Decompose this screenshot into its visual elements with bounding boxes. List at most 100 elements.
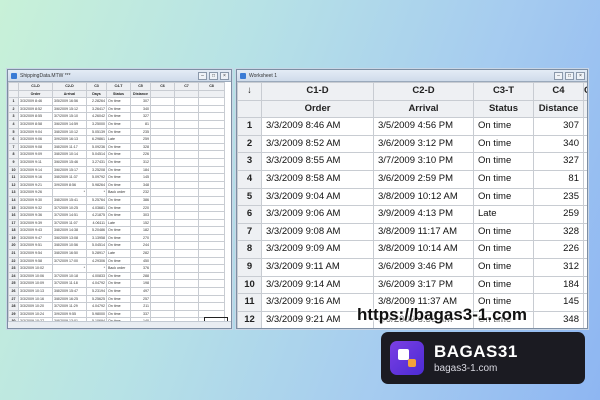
maximize-icon[interactable]: □ bbox=[565, 72, 574, 80]
table-cell[interactable] bbox=[150, 218, 175, 228]
table-cell[interactable]: 288 bbox=[130, 271, 151, 281]
table-cell[interactable]: 4.04792 bbox=[86, 279, 107, 289]
table-cell[interactable] bbox=[583, 169, 587, 189]
table-cell[interactable] bbox=[583, 152, 587, 171]
table-cell[interactable]: 3/7/2009 11:18 bbox=[52, 279, 87, 289]
table-cell[interactable]: On time bbox=[473, 169, 534, 189]
table-cell[interactable] bbox=[174, 279, 199, 289]
table-cell[interactable]: 3/6/2009 14:59 bbox=[52, 119, 87, 129]
table-cell[interactable] bbox=[174, 249, 199, 258]
table-cell[interactable]: 145 bbox=[533, 293, 584, 312]
table-cell[interactable] bbox=[198, 104, 225, 114]
table-row[interactable]: 17 3/3/2009 9:39 3/7/2009 11:07 4.06111 Late… bbox=[8, 218, 225, 228]
row-number[interactable]: 9 bbox=[237, 257, 262, 277]
table-cell[interactable]: 3/7/2009 11:29 bbox=[52, 302, 87, 311]
table-cell[interactable] bbox=[198, 279, 225, 289]
table-cell[interactable]: On time bbox=[473, 134, 534, 154]
table-cell[interactable] bbox=[198, 127, 225, 137]
row-number[interactable]: 12 bbox=[8, 180, 19, 190]
table-cell[interactable] bbox=[174, 294, 199, 304]
table-cell[interactable]: 3/3/2009 9:08 AM bbox=[261, 222, 374, 242]
table-cell[interactable] bbox=[174, 264, 199, 273]
row-number[interactable]: 3 bbox=[237, 152, 262, 171]
table-cell[interactable]: Back order bbox=[106, 188, 131, 197]
row-number[interactable]: 11 bbox=[237, 293, 262, 312]
table-cell[interactable] bbox=[150, 195, 175, 205]
table-cell[interactable]: On time bbox=[106, 180, 131, 190]
table-cell[interactable] bbox=[198, 195, 225, 205]
table-cell[interactable] bbox=[174, 226, 199, 235]
row-number[interactable]: 4 bbox=[237, 169, 262, 189]
table-cell[interactable]: On time bbox=[106, 302, 131, 311]
table-cell[interactable]: 3/7/2009 11:07 bbox=[52, 218, 87, 228]
table-row[interactable]: 1 3/3/2009 8:46 3/5/2009 16:56 2.28264 On ti… bbox=[8, 97, 225, 106]
column-name-header[interactable]: Distance bbox=[130, 89, 151, 99]
table-cell[interactable] bbox=[174, 135, 199, 144]
table-row[interactable]: 19 3/3/2009 9:47 3/6/2009 13:08 3.13958 On t… bbox=[8, 233, 225, 243]
table-cell[interactable]: 3/3/2009 9:06 AM bbox=[261, 205, 374, 224]
table-cell[interactable]: 235 bbox=[130, 127, 151, 137]
table-cell[interactable]: 5.98264 bbox=[86, 180, 107, 190]
column-id-header[interactable]: C1-D bbox=[261, 82, 374, 101]
table-row[interactable]: 24 3/3/2009 10:06 3/7/2009 10:18 4.00833 On … bbox=[8, 271, 225, 281]
table-row[interactable]: 28 3/3/2009 10:20 3/7/2009 11:29 4.04792 On … bbox=[8, 302, 225, 311]
table-cell[interactable]: Late bbox=[106, 249, 131, 258]
table-cell[interactable]: 3/3/2009 9:09 bbox=[18, 150, 53, 159]
column-name-header[interactable] bbox=[583, 99, 587, 119]
table-row[interactable]: 8 3/3/2009 9:09 3/8/2009 10:14 5.04514 On ti… bbox=[8, 150, 225, 159]
table-cell[interactable] bbox=[198, 119, 225, 129]
table-cell[interactable]: 211 bbox=[130, 302, 151, 311]
row-number[interactable]: 1 bbox=[8, 97, 19, 106]
table-cell[interactable]: 307 bbox=[533, 117, 584, 136]
column-name-header[interactable]: Order bbox=[261, 99, 374, 119]
column-name-header[interactable] bbox=[150, 89, 175, 99]
row-number[interactable]: 9 bbox=[8, 157, 19, 167]
table-cell[interactable]: 3/8/2009 10:56 bbox=[52, 241, 87, 251]
table-cell[interactable] bbox=[174, 119, 199, 129]
table-cell[interactable]: 340 bbox=[533, 134, 584, 154]
table-cell[interactable]: On time bbox=[473, 275, 534, 295]
table-cell[interactable]: 3/7/2009 14:51 bbox=[52, 211, 87, 220]
table-cell[interactable]: * bbox=[86, 188, 107, 197]
table-cell[interactable]: 3/6/2009 3:46 PM bbox=[373, 257, 474, 277]
table-cell[interactable] bbox=[150, 309, 175, 319]
table-row[interactable]: 10 3/3/2009 9:14 3/6/2009 15:17 3.25208 On t… bbox=[8, 165, 225, 175]
table-cell[interactable]: 3/3/2009 9:08 bbox=[18, 142, 53, 152]
table-cell[interactable]: 4.04792 bbox=[86, 302, 107, 311]
table-cell[interactable]: 3/7/2009 3:10 PM bbox=[373, 152, 474, 171]
table-row[interactable]: 9 3/3/2009 9:11 3/6/2009 15:46 3.27431 On ti… bbox=[8, 157, 225, 167]
table-cell[interactable]: 3/3/2009 9:11 bbox=[18, 157, 53, 167]
table-cell[interactable] bbox=[198, 112, 225, 121]
table-cell[interactable]: On time bbox=[473, 187, 534, 207]
table-cell[interactable]: 3/5/2009 16:56 bbox=[52, 97, 87, 106]
table-cell[interactable]: On time bbox=[106, 271, 131, 281]
table-cell[interactable]: On time bbox=[473, 117, 534, 136]
table-row[interactable]: 15 3/3/2009 9:32 3/7/2009 10:25 4.03681 On t… bbox=[8, 203, 225, 213]
row-number[interactable]: 29 bbox=[8, 309, 19, 319]
table-cell[interactable]: 5.09792 bbox=[86, 173, 107, 182]
table-cell[interactable] bbox=[150, 302, 175, 311]
table-cell[interactable]: 4.03681 bbox=[86, 203, 107, 213]
table-cell[interactable]: 145 bbox=[130, 173, 151, 182]
table-row[interactable]: 4 3/3/2009 8:58 3/6/2009 14:59 3.25000 On ti… bbox=[8, 119, 225, 129]
table-cell[interactable]: 4.21875 bbox=[86, 211, 107, 220]
table-cell[interactable]: 3/6/2009 13:08 bbox=[52, 233, 87, 243]
table-cell[interactable]: 3/3/2009 9:04 AM bbox=[261, 187, 374, 207]
table-cell[interactable] bbox=[150, 264, 175, 273]
table-row[interactable]: 2 3/3/2009 8:52 3/6/2009 15:12 3.26417 On ti… bbox=[8, 104, 225, 114]
row-number[interactable]: 10 bbox=[8, 165, 19, 175]
table-cell[interactable]: 3/3/2009 9:47 bbox=[18, 233, 53, 243]
table-cell[interactable]: 81 bbox=[533, 169, 584, 189]
table-cell[interactable]: 5.25764 bbox=[86, 195, 107, 205]
table-cell[interactable]: 3/6/2009 2:59 PM bbox=[373, 169, 474, 189]
row-number[interactable]: 15 bbox=[8, 203, 19, 213]
table-cell[interactable]: 3/8/2009 16:50 bbox=[52, 249, 87, 258]
table-cell[interactable] bbox=[150, 112, 175, 121]
table-cell[interactable]: 3/8/2009 15:41 bbox=[52, 195, 87, 205]
table-cell[interactable] bbox=[198, 157, 225, 167]
row-number[interactable]: 22 bbox=[8, 256, 19, 266]
table-cell[interactable] bbox=[198, 218, 225, 228]
table-cell[interactable]: On time bbox=[106, 165, 131, 175]
table-row[interactable]: 27 3/3/2009 10:16 3/8/2009 16:25 5.25625 On … bbox=[8, 294, 225, 304]
table-cell[interactable]: 348 bbox=[130, 180, 151, 190]
